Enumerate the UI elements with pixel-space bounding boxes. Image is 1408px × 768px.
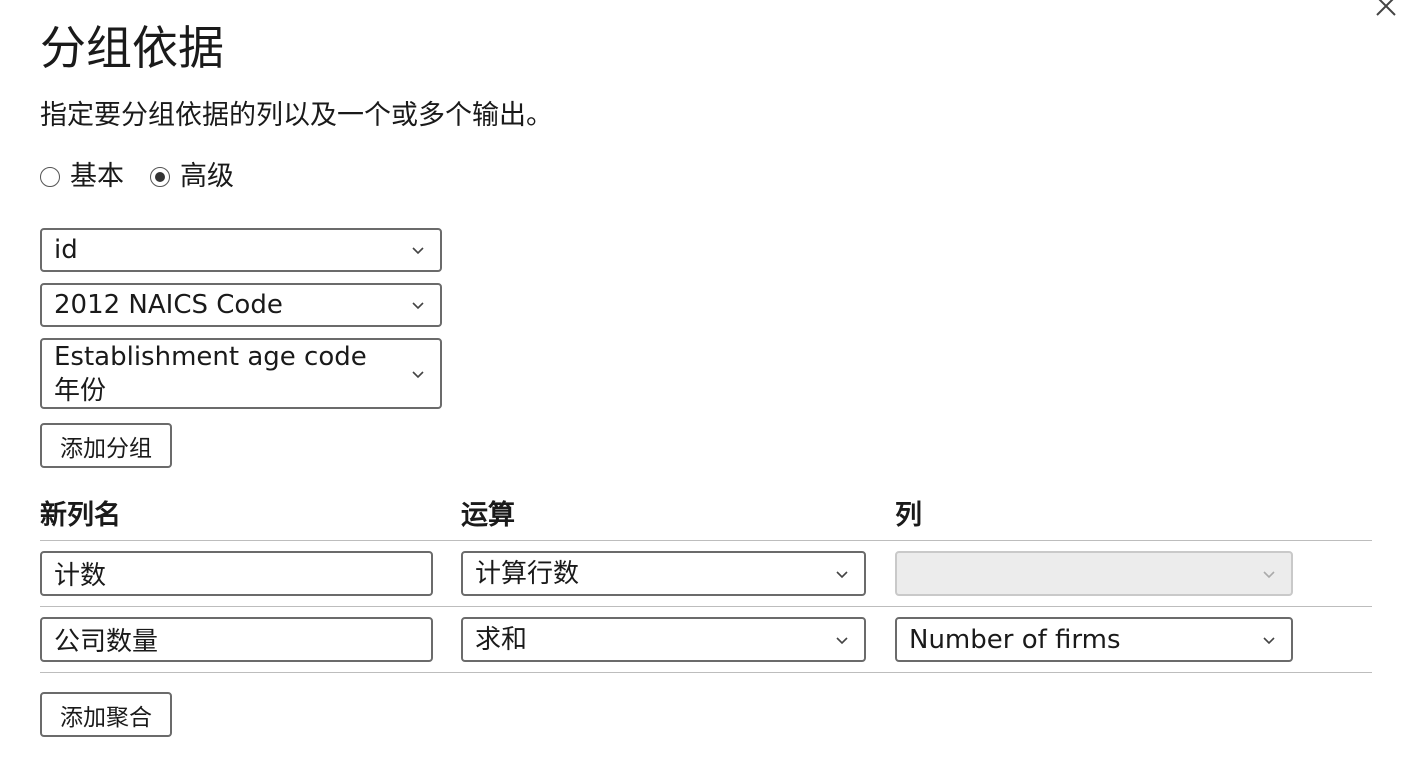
- group-by-select-2[interactable]: 2012 NAICS Code: [40, 283, 442, 327]
- divider: [40, 672, 1372, 673]
- chevron-down-icon: [1259, 630, 1279, 650]
- chevron-down-icon: [408, 364, 428, 384]
- header-operation: 运算: [461, 500, 515, 531]
- new-column-name-input-1-value: 计数: [54, 561, 107, 591]
- dialog-subtitle: 指定要分组依据的列以及一个或多个输出。: [40, 100, 553, 131]
- column-select-1: [895, 551, 1293, 596]
- divider: [40, 606, 1372, 607]
- group-by-select-2-value: 2012 NAICS Code: [54, 290, 283, 320]
- new-column-name-input-2-value: 公司数量: [54, 627, 159, 657]
- header-new-column-name: 新列名: [40, 500, 121, 531]
- group-by-select-3-value: Establishment age code 年份: [54, 341, 367, 406]
- new-column-name-input-1[interactable]: 计数: [40, 551, 433, 596]
- group-by-select-1-value: id: [54, 235, 78, 265]
- add-aggregation-button[interactable]: 添加聚合: [40, 692, 172, 737]
- operation-select-1-value: 计算行数: [475, 558, 580, 589]
- column-select-2-value: Number of firms: [909, 624, 1121, 655]
- operation-select-1[interactable]: 计算行数: [461, 551, 866, 596]
- radio-basic[interactable]: 基本: [40, 157, 124, 197]
- radio-basic-label: 基本: [70, 161, 124, 192]
- chevron-down-icon: [832, 564, 852, 584]
- close-icon: [1374, 0, 1398, 22]
- column-select-2[interactable]: Number of firms: [895, 617, 1293, 662]
- group-by-select-3[interactable]: Establishment age code 年份: [40, 338, 442, 409]
- group-by-dialog: 分组依据 指定要分组依据的列以及一个或多个输出。 基本 高级 id 2012 N…: [0, 0, 1408, 768]
- radio-basic-circle[interactable]: [40, 167, 60, 187]
- chevron-down-icon: [1259, 564, 1279, 584]
- divider: [40, 540, 1372, 541]
- mode-radio-group: 基本 高级: [40, 156, 260, 198]
- header-column: 列: [895, 500, 922, 531]
- new-column-name-input-2[interactable]: 公司数量: [40, 617, 433, 662]
- close-button[interactable]: [1368, 0, 1404, 26]
- operation-select-2-value: 求和: [475, 624, 528, 655]
- radio-advanced-circle[interactable]: [150, 167, 170, 187]
- chevron-down-icon: [408, 240, 428, 260]
- chevron-down-icon: [408, 295, 428, 315]
- radio-advanced-label: 高级: [180, 161, 234, 192]
- dialog-title: 分组依据: [40, 21, 224, 75]
- radio-advanced[interactable]: 高级: [150, 157, 234, 197]
- radio-selected-dot: [155, 172, 165, 182]
- add-group-button[interactable]: 添加分组: [40, 423, 172, 468]
- operation-select-2[interactable]: 求和: [461, 617, 866, 662]
- group-by-select-1[interactable]: id: [40, 228, 442, 272]
- chevron-down-icon: [832, 630, 852, 650]
